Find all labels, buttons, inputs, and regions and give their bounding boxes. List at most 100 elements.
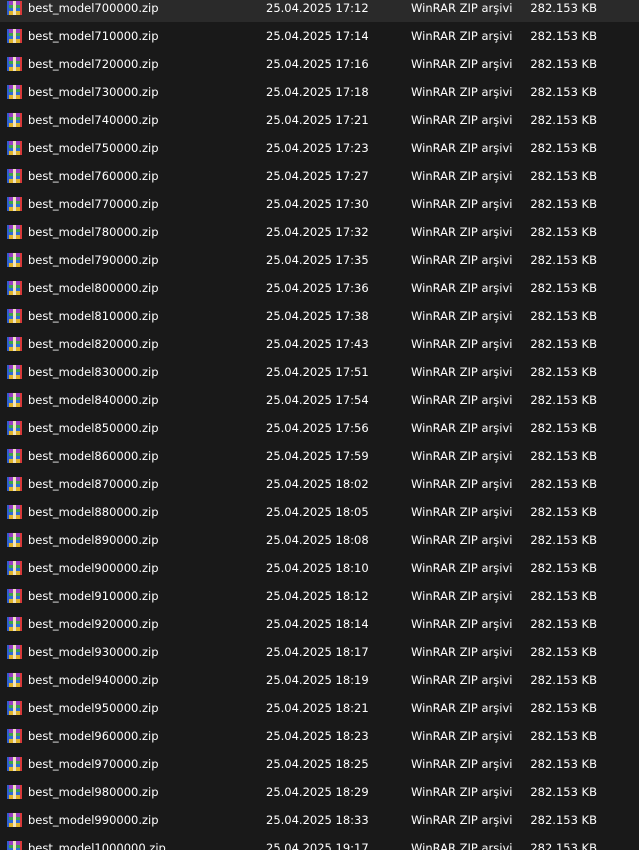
file-size: 282.153 KB: [530, 85, 597, 99]
file-row[interactable]: best_model920000.zip 25.04.2025 18:14 WinR…: [0, 610, 639, 638]
file-type: WinRAR ZIP arşivi: [411, 57, 513, 71]
winrar-archive-icon: [7, 813, 22, 827]
file-row[interactable]: best_model710000.zip 25.04.2025 17:14 WinR…: [0, 22, 639, 50]
file-row[interactable]: best_model730000.zip 25.04.2025 17:18 WinR…: [0, 78, 639, 106]
file-row[interactable]: best_model970000.zip 25.04.2025 18:25 WinR…: [0, 750, 639, 778]
file-size: 282.153 KB: [530, 365, 597, 379]
file-size: 282.153 KB: [530, 169, 597, 183]
file-row[interactable]: best_model750000.zip 25.04.2025 17:23 WinR…: [0, 134, 639, 162]
file-name: best_model860000.zip: [28, 449, 159, 463]
file-type: WinRAR ZIP arşivi: [411, 421, 513, 435]
winrar-archive-icon: [7, 337, 22, 351]
file-size: 282.153 KB: [530, 561, 597, 575]
file-modified-date: 25.04.2025 17:14: [266, 29, 369, 43]
file-size: 282.153 KB: [530, 309, 597, 323]
file-row[interactable]: best_model770000.zip 25.04.2025 17:30 WinR…: [0, 190, 639, 218]
file-row[interactable]: best_model960000.zip 25.04.2025 18:23 WinR…: [0, 722, 639, 750]
file-row[interactable]: best_model880000.zip 25.04.2025 18:05 WinR…: [0, 498, 639, 526]
file-name: best_model890000.zip: [28, 533, 159, 547]
file-modified-date: 25.04.2025 18:05: [266, 505, 369, 519]
file-row[interactable]: best_model720000.zip 25.04.2025 17:16 WinR…: [0, 50, 639, 78]
file-modified-date: 25.04.2025 17:54: [266, 393, 369, 407]
winrar-archive-icon: [7, 533, 22, 547]
file-size: 282.153 KB: [530, 505, 597, 519]
file-modified-date: 25.04.2025 18:33: [266, 813, 369, 827]
winrar-archive-icon: [7, 113, 22, 127]
file-name: best_model990000.zip: [28, 813, 159, 827]
file-row[interactable]: best_model930000.zip 25.04.2025 18:17 WinR…: [0, 638, 639, 666]
file-name: best_model900000.zip: [28, 561, 159, 575]
file-type: WinRAR ZIP arşivi: [411, 1, 513, 15]
file-type: WinRAR ZIP arşivi: [411, 477, 513, 491]
file-size: 282.153 KB: [530, 589, 597, 603]
winrar-archive-icon: [7, 477, 22, 491]
file-name: best_model820000.zip: [28, 337, 159, 351]
file-size: 282.153 KB: [530, 449, 597, 463]
file-type: WinRAR ZIP arşivi: [411, 225, 513, 239]
file-row[interactable]: best_model780000.zip 25.04.2025 17:32 WinR…: [0, 218, 639, 246]
winrar-archive-icon: [7, 729, 22, 743]
file-row[interactable]: best_model860000.zip 25.04.2025 17:59 WinR…: [0, 442, 639, 470]
file-row[interactable]: best_model790000.zip 25.04.2025 17:35 WinR…: [0, 246, 639, 274]
file-name: best_model960000.zip: [28, 729, 159, 743]
file-row[interactable]: best_model760000.zip 25.04.2025 17:27 WinR…: [0, 162, 639, 190]
file-row[interactable]: best_model740000.zip 25.04.2025 17:21 WinR…: [0, 106, 639, 134]
file-modified-date: 25.04.2025 17:43: [266, 337, 369, 351]
file-row[interactable]: best_model830000.zip 25.04.2025 17:51 WinR…: [0, 358, 639, 386]
file-modified-date: 25.04.2025 17:51: [266, 365, 369, 379]
file-name: best_model730000.zip: [28, 85, 159, 99]
file-type: WinRAR ZIP arşivi: [411, 365, 513, 379]
file-modified-date: 25.04.2025 17:21: [266, 113, 369, 127]
file-name: best_model880000.zip: [28, 505, 159, 519]
winrar-archive-icon: [7, 617, 22, 631]
winrar-archive-icon: [7, 253, 22, 267]
winrar-archive-icon: [7, 197, 22, 211]
file-name: best_model710000.zip: [28, 29, 159, 43]
file-type: WinRAR ZIP arşivi: [411, 561, 513, 575]
winrar-archive-icon: [7, 785, 22, 799]
file-row[interactable]: best_model820000.zip 25.04.2025 17:43 WinR…: [0, 330, 639, 358]
file-size: 282.153 KB: [530, 281, 597, 295]
file-size: 282.153 KB: [530, 785, 597, 799]
file-modified-date: 25.04.2025 17:16: [266, 57, 369, 71]
file-row[interactable]: best_model810000.zip 25.04.2025 17:38 WinR…: [0, 302, 639, 330]
winrar-archive-icon: [7, 57, 22, 71]
file-row[interactable]: best_model940000.zip 25.04.2025 18:19 WinR…: [0, 666, 639, 694]
file-row[interactable]: best_model870000.zip 25.04.2025 18:02 WinR…: [0, 470, 639, 498]
winrar-archive-icon: [7, 645, 22, 659]
file-modified-date: 25.04.2025 18:08: [266, 533, 369, 547]
file-modified-date: 25.04.2025 18:02: [266, 477, 369, 491]
winrar-archive-icon: [7, 505, 22, 519]
file-row[interactable]: best_model890000.zip 25.04.2025 18:08 WinR…: [0, 526, 639, 554]
file-type: WinRAR ZIP arşivi: [411, 533, 513, 547]
file-row[interactable]: best_model990000.zip 25.04.2025 18:33 WinR…: [0, 806, 639, 834]
file-name: best_model750000.zip: [28, 141, 159, 155]
file-row[interactable]: best_model910000.zip 25.04.2025 18:12 WinR…: [0, 582, 639, 610]
file-row[interactable]: best_model700000.zip 25.04.2025 17:12 WinR…: [0, 0, 639, 22]
file-type: WinRAR ZIP arşivi: [411, 309, 513, 323]
file-modified-date: 25.04.2025 17:38: [266, 309, 369, 323]
file-modified-date: 25.04.2025 17:35: [266, 253, 369, 267]
file-name: best_model920000.zip: [28, 617, 159, 631]
file-size: 282.153 KB: [530, 253, 597, 267]
file-row[interactable]: best_model980000.zip 25.04.2025 18:29 WinR…: [0, 778, 639, 806]
file-name: best_model740000.zip: [28, 113, 159, 127]
file-row[interactable]: best_model840000.zip 25.04.2025 17:54 WinR…: [0, 386, 639, 414]
file-name: best_model840000.zip: [28, 393, 159, 407]
file-type: WinRAR ZIP arşivi: [411, 589, 513, 603]
file-row[interactable]: best_model800000.zip 25.04.2025 17:36 WinR…: [0, 274, 639, 302]
file-row[interactable]: best_model1000000.zip 25.04.2025 19:17 Win…: [0, 834, 639, 850]
file-modified-date: 25.04.2025 17:56: [266, 421, 369, 435]
file-size: 282.153 KB: [530, 617, 597, 631]
winrar-archive-icon: [7, 1, 22, 15]
file-name: best_model700000.zip: [28, 1, 159, 15]
file-row[interactable]: best_model950000.zip 25.04.2025 18:21 WinR…: [0, 694, 639, 722]
file-modified-date: 25.04.2025 17:36: [266, 281, 369, 295]
file-size: 282.153 KB: [530, 393, 597, 407]
file-row[interactable]: best_model850000.zip 25.04.2025 17:56 WinR…: [0, 414, 639, 442]
file-size: 282.153 KB: [530, 729, 597, 743]
file-list: best_model700000.zip 25.04.2025 17:12 WinR…: [0, 0, 639, 850]
file-row[interactable]: best_model900000.zip 25.04.2025 18:10 WinR…: [0, 554, 639, 582]
file-name: best_model940000.zip: [28, 673, 159, 687]
file-modified-date: 25.04.2025 17:18: [266, 85, 369, 99]
